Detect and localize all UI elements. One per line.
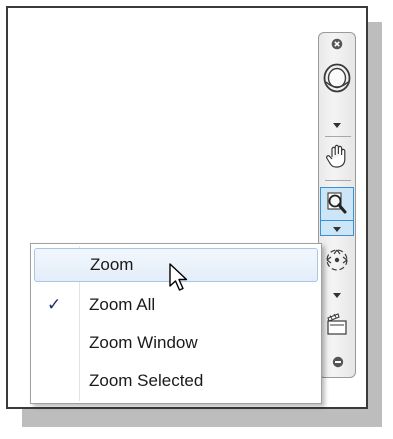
checkmark-icon: ✓	[47, 295, 62, 314]
navigation-bar	[318, 32, 356, 378]
menu-item-zoom-selected[interactable]: Zoom Selected	[34, 364, 318, 398]
separator	[325, 136, 351, 137]
separator	[325, 180, 351, 181]
orbit-icon[interactable]	[323, 245, 351, 275]
pan-hand-icon[interactable]	[324, 141, 350, 171]
menu-item-label: Zoom	[90, 255, 134, 274]
showmotion-icon[interactable]	[325, 309, 349, 339]
menu-item-label: Zoom Window	[89, 333, 198, 352]
menu-item-label: Zoom All	[89, 295, 156, 314]
zoom-magnifier-icon	[323, 189, 351, 219]
orbit-dropdown-arrow[interactable]	[332, 291, 342, 299]
chevron-down-icon	[333, 292, 341, 298]
customize-icon[interactable]	[331, 355, 345, 369]
chevron-down-icon	[332, 225, 342, 233]
mouse-cursor-icon	[168, 262, 190, 299]
steering-wheel-dropdown-arrow[interactable]	[332, 121, 342, 129]
menu-item-label: Zoom Selected	[89, 371, 204, 390]
close-icon[interactable]	[330, 37, 344, 51]
steering-wheel-icon[interactable]	[322, 61, 352, 95]
chevron-down-icon	[333, 122, 341, 128]
menu-item-zoom-window[interactable]: Zoom Window	[34, 326, 318, 360]
